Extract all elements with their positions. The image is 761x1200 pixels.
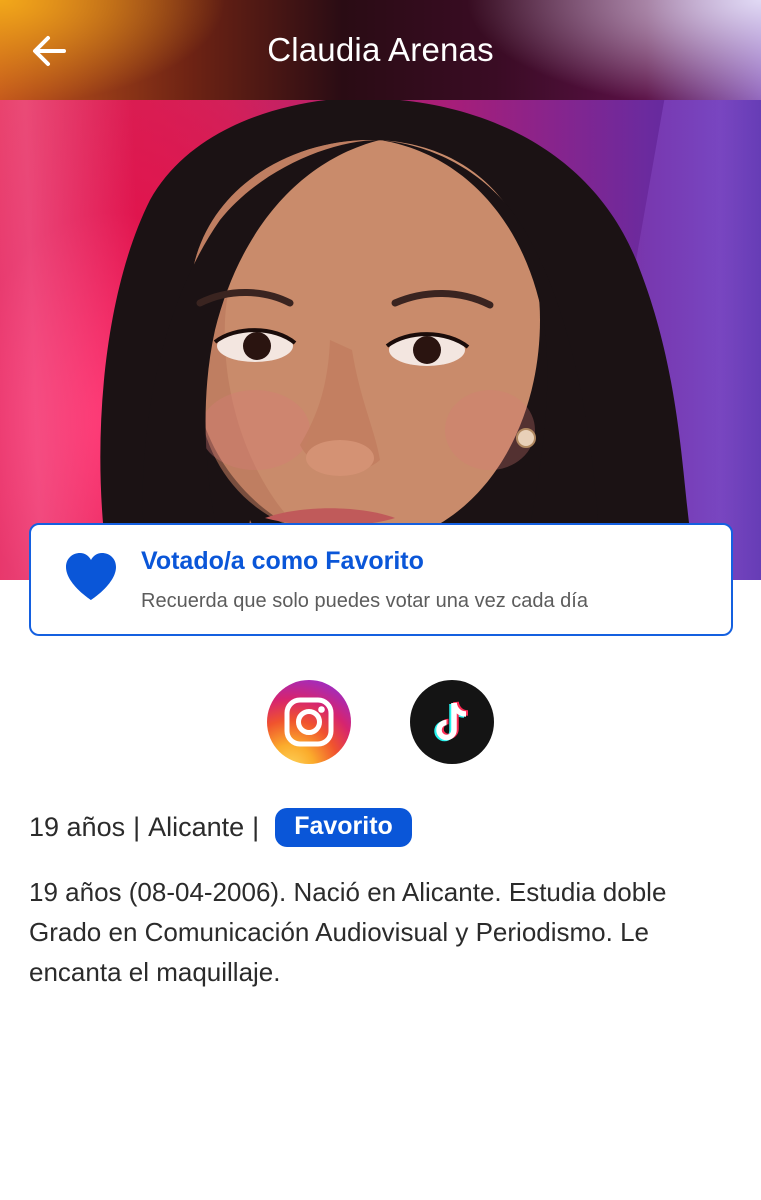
back-button[interactable] [26,28,72,74]
instagram-icon [284,697,334,747]
contestant-photo [0,100,761,580]
tiktok-icon [434,701,469,742]
vote-text: Votado/a como Favorito Recuerda que solo… [141,547,588,613]
heart-icon [66,553,116,600]
age-text: 19 años [29,811,126,842]
portrait-image [100,100,700,580]
page-title: Claudia Arenas [267,31,494,68]
separator: | [133,811,141,842]
vote-subtitle: Recuerda que solo puedes votar una vez c… [141,590,588,612]
arrow-left-icon [33,36,66,66]
city-text: Alicante [148,811,245,842]
profile-summary: 19 años | Alicante | Favorito [29,806,412,848]
instagram-button[interactable] [267,680,351,764]
bio-text: 19 años (08-04-2006). Nació en Alicante.… [29,877,667,987]
separator: | [252,811,260,842]
tiktok-button[interactable] [410,680,494,764]
vote-status-card[interactable]: Votado/a como Favorito Recuerda que solo… [29,523,733,636]
vote-title: Votado/a como Favorito [141,547,424,575]
top-app-bar: Claudia Arenas [0,0,761,100]
favorite-badge: Favorito [275,807,412,847]
